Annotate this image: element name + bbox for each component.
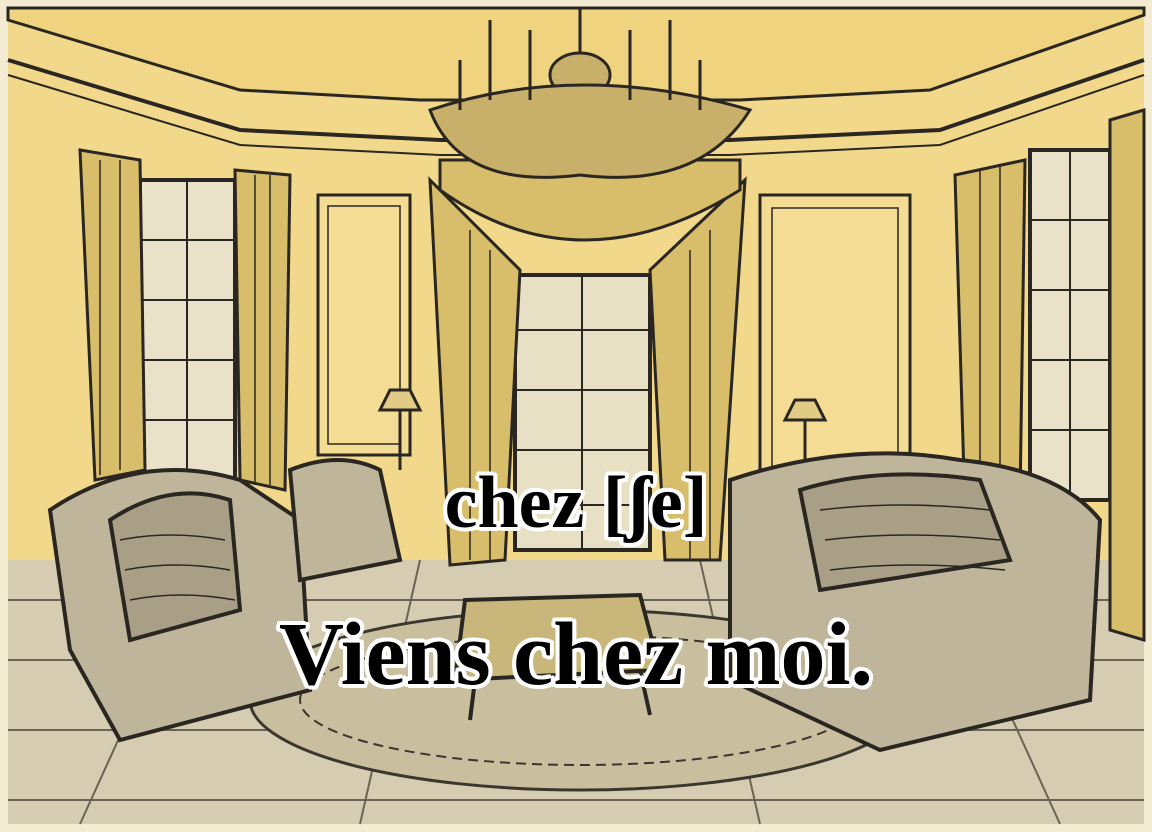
vocabulary-card: chez [ʃe] Viens chez moi. xyxy=(0,0,1152,832)
vocabulary-word: chez [ʃe] xyxy=(444,462,708,544)
example-sentence: Viens chez moi. xyxy=(278,605,874,704)
